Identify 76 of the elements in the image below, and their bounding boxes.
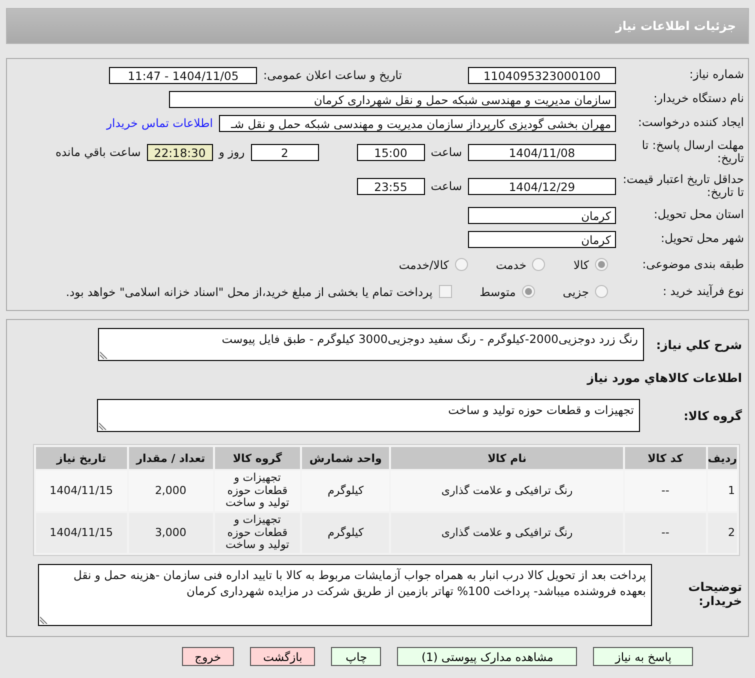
validity-date-field[interactable]: 1404/12/29 [468, 178, 616, 194]
field-label: ساعت [430, 179, 462, 193]
action-button[interactable]: بازگشت [250, 647, 316, 666]
field-label: مهلت ارسال پاسخ: تا تاریخ: [640, 138, 745, 166]
field-label: ساعت [430, 145, 462, 159]
field-label: حداقل تاریخ اعتبار قیمت: تا تاریخ: [622, 172, 745, 200]
action-button[interactable]: خروج [182, 647, 234, 666]
field-label: نوع فرآیند خرید : [662, 284, 745, 298]
column-header: نام کالا [391, 447, 623, 469]
field-label: شرح کلي نياز: [655, 338, 743, 352]
column-header: گروه کالا [214, 447, 300, 469]
table-cell: رنگ ترافیکی و علامت گذاری [391, 471, 623, 511]
notes-field[interactable]: پرداخت بعد از تحویل کالا درب انبار به همراه جواب آزمایشات مربوط به کالا با تایید اداره فنی سازمان -هزینه حمل و نقل بعهده فروشنده میباشد- پرداخت 100% تهاتر بازمین از طریق شرکت در مزایده شهرداری کرمان [38, 564, 652, 626]
table-cell: تجهیزات و قطعات حوزه تولید و ساخت [214, 513, 300, 553]
field-label: روز و [218, 145, 245, 159]
radio-button[interactable] [522, 285, 535, 298]
field-label: تاریخ و ساعت اعلان عمومی: [263, 68, 402, 82]
announce-date-field[interactable]: 1404/11/05 - 11:47 [109, 66, 258, 84]
table-cell: تجهیزات و قطعات حوزه تولید و ساخت [214, 471, 300, 511]
table-cell: کیلوگرم [302, 471, 390, 511]
column-header: تعداد / مقدار [128, 447, 213, 469]
field-label: نام دستگاه خریدار: [652, 92, 745, 106]
resize-grip-icon[interactable] [99, 422, 107, 430]
province-field[interactable]: کرمان [468, 206, 616, 224]
field-label: گروه کالا: [682, 408, 743, 422]
field-label: ساعت باقي مانده [56, 145, 141, 159]
resize-grip-icon[interactable] [100, 351, 108, 359]
table-cell: 1404/11/15 [36, 513, 127, 553]
buyer-field[interactable]: سازمان مدیریت و مهندسی شبکه حمل و نقل شهرداری کرمان [169, 90, 616, 108]
table-cell: 1 [708, 471, 737, 511]
radio-button[interactable] [454, 258, 468, 271]
column-header: ردیف [708, 447, 737, 469]
deadline-time-field[interactable]: 15:00 [356, 144, 425, 160]
action-button[interactable]: پاسخ به نیاز [593, 647, 694, 666]
table-cell: 2 [708, 513, 737, 553]
checkbox[interactable] [438, 285, 452, 298]
radio-button[interactable] [532, 258, 546, 271]
deadline-date-field[interactable]: 1404/11/08 [468, 144, 616, 160]
section-title: اطلاعات کالاهاي مورد نياز [587, 371, 742, 385]
option-label: متوسط [480, 284, 516, 298]
city-field[interactable]: کرمان [468, 230, 616, 248]
option-label: خدمت [496, 258, 526, 272]
goods-group-field[interactable]: تجهیزات و قطعات حوزه تولید و ساخت [97, 399, 640, 432]
resize-grip-icon[interactable] [40, 616, 48, 624]
table-cell: -- [624, 513, 706, 553]
column-header: کد کالا [624, 447, 706, 469]
checkbox-label: پرداخت تمام یا بخشی از مبلغ خرید،از محل "اسناد خزانه اسلامی" خواهد بود. [66, 284, 433, 298]
remaining-time-field[interactable]: 22:18:30 [146, 144, 213, 160]
field-label: شماره نیاز: [688, 68, 745, 82]
column-header: تاریخ نیاز [36, 447, 127, 469]
days-field[interactable]: 2 [250, 144, 319, 160]
table-cell: 2,000 [128, 471, 213, 511]
page-title: جزئیات اطلاعات نیاز [6, 8, 749, 44]
table-cell: 3,000 [128, 513, 213, 553]
field-label: ایجاد کننده درخواست: [637, 116, 745, 130]
table-cell: -- [624, 471, 706, 511]
action-button[interactable]: چاپ [331, 647, 382, 666]
table-cell: رنگ ترافیکی و علامت گذاری [391, 513, 623, 553]
validity-time-field[interactable]: 23:55 [356, 178, 425, 194]
need-number-field[interactable]: 1104095323000100 [468, 66, 616, 84]
requester-field[interactable]: مهران بخشی گودیزی کارپرداز سازمان مدیریت و مهندسی شبکه حمل و نقل شـ [219, 114, 616, 132]
radio-button[interactable] [595, 258, 608, 271]
description-field[interactable]: رنگ زرد دوجزیی2000-کیلوگرم - رنگ سفید دوجزیی3000 کیلوگرم - طبق فایل پیوست [98, 328, 644, 361]
contact-link[interactable]: اطلاعات تماس خریدار [106, 116, 213, 130]
column-header: واحد شمارش [302, 447, 390, 469]
field-label: شهر محل تحویل: [660, 232, 745, 246]
field-label: طبقه بندی موضوعی: [641, 258, 745, 272]
table-cell: 1404/11/15 [36, 471, 127, 511]
option-label: کالا/خدمت [398, 258, 449, 272]
table-cell: کیلوگرم [302, 513, 390, 553]
option-label: کالا [573, 258, 589, 272]
radio-button[interactable] [595, 285, 608, 298]
option-label: جزیی [562, 284, 589, 298]
field-label: استان محل تحویل: [652, 208, 745, 222]
action-button[interactable]: مشاهده مدارک پیوستی (1) [397, 647, 578, 666]
field-label: توضیحات خریدار: [687, 580, 743, 608]
